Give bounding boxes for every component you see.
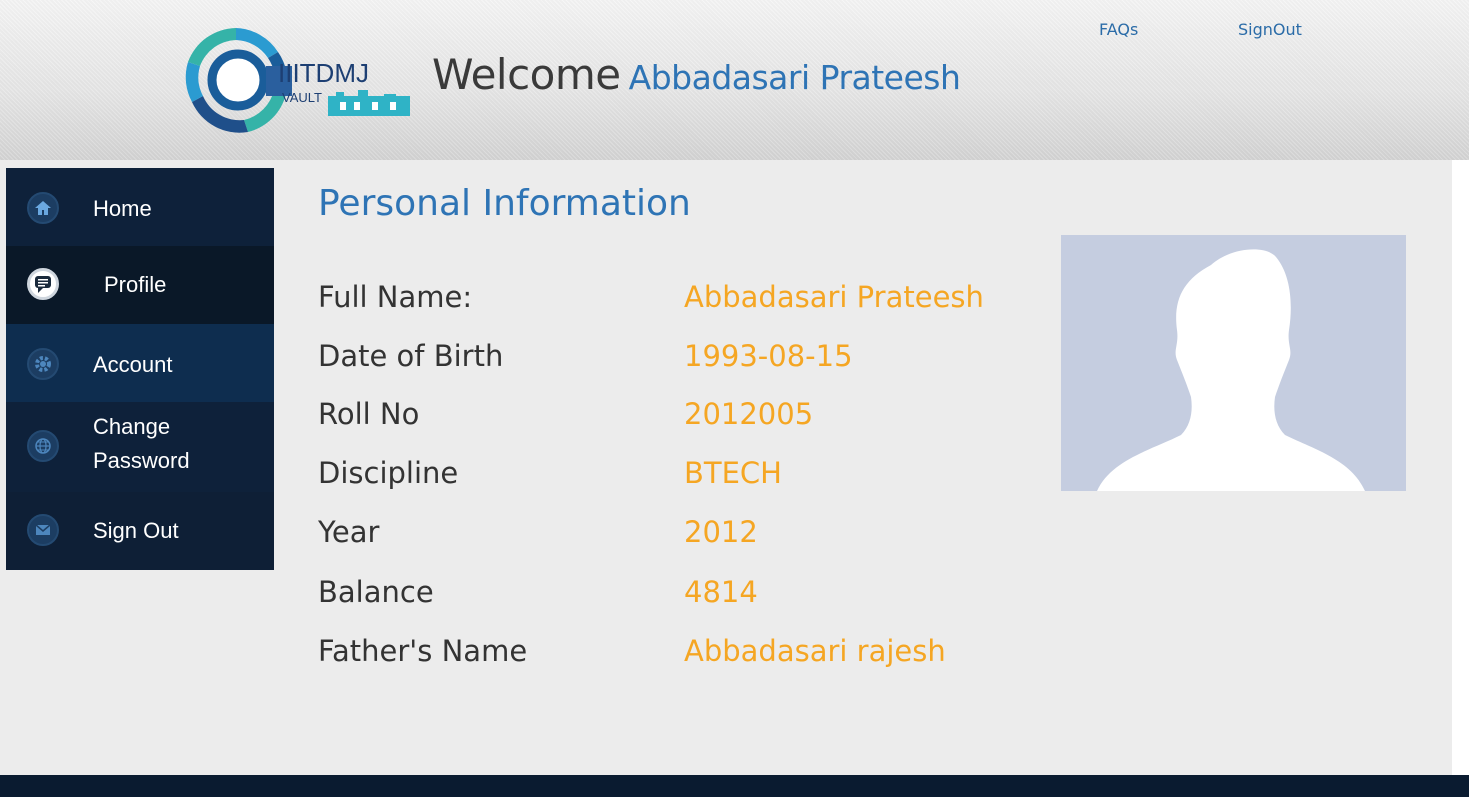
page-title: Personal Information bbox=[318, 183, 691, 224]
info-label: Roll No bbox=[318, 397, 420, 431]
faqs-link[interactable]: FAQs bbox=[1099, 20, 1138, 39]
welcome-user-name: Abbadasari Prateesh bbox=[628, 58, 961, 97]
info-row-fathers-name: Father's Name Abbadasari rajesh bbox=[318, 634, 1018, 674]
info-value: 1993-08-15 bbox=[684, 339, 853, 373]
info-label: Full Name: bbox=[318, 280, 473, 314]
globe-icon bbox=[27, 430, 59, 462]
info-label: Father's Name bbox=[318, 634, 528, 668]
welcome-heading: Welcome Abbadasari Prateesh bbox=[432, 50, 961, 99]
sidebar-item-account[interactable]: Account bbox=[6, 324, 274, 402]
sidebar-item-label: Profile bbox=[104, 272, 167, 297]
chat-icon bbox=[27, 268, 59, 300]
sidebar-item-label: Account bbox=[93, 352, 173, 377]
footer-bar bbox=[0, 775, 1469, 797]
info-row-date-of-birth: Date of Birth 1993-08-15 bbox=[318, 339, 1018, 379]
info-row-roll-no: Roll No 2012005 bbox=[318, 397, 1018, 437]
info-row-full-name: Full Name: Abbadasari Prateesh bbox=[318, 280, 1018, 320]
info-value: Abbadasari Prateesh bbox=[684, 280, 984, 314]
info-row-balance: Balance 4814 bbox=[318, 575, 1018, 615]
info-value: 4814 bbox=[684, 575, 758, 609]
right-margin bbox=[1452, 160, 1469, 775]
info-row-discipline: Discipline BTECH bbox=[318, 456, 1018, 496]
info-label: Balance bbox=[318, 575, 434, 609]
iiitdmj-vault-logo: IIITDMJ VAULT bbox=[185, 28, 410, 133]
info-value: BTECH bbox=[684, 456, 782, 490]
sidebar-item-change-password[interactable]: Change Password bbox=[6, 402, 274, 492]
home-icon bbox=[27, 192, 59, 224]
sidebar-item-label: Home bbox=[93, 196, 152, 221]
info-row-year: Year 2012 bbox=[318, 515, 1018, 555]
info-value: Abbadasari rajesh bbox=[684, 634, 946, 668]
sidebar-item-sign-out[interactable]: Sign Out bbox=[6, 492, 274, 570]
sidebar-item-label: Sign Out bbox=[93, 518, 179, 543]
info-label: Date of Birth bbox=[318, 339, 504, 373]
info-value: 2012 bbox=[684, 515, 758, 549]
svg-text:VAULT: VAULT bbox=[282, 90, 322, 105]
sidebar-item-home[interactable]: Home bbox=[6, 168, 274, 246]
user-silhouette-icon bbox=[1097, 249, 1365, 491]
info-value: 2012005 bbox=[684, 397, 814, 431]
top-signout-link[interactable]: SignOut bbox=[1238, 20, 1302, 39]
sidebar-item-label-line2: Password bbox=[93, 448, 190, 473]
sidebar-nav: Home Profile Account Change Password Sig… bbox=[6, 168, 274, 570]
gear-icon bbox=[27, 348, 59, 380]
welcome-label: Welcome bbox=[432, 50, 621, 99]
sidebar-item-label: Change bbox=[93, 414, 171, 439]
envelope-icon bbox=[27, 514, 59, 546]
sidebar-item-profile[interactable]: Profile bbox=[6, 246, 274, 324]
info-label: Year bbox=[318, 515, 380, 549]
header: IIITDMJ VAULT Welcome Abbadasari Prateesh… bbox=[0, 0, 1469, 160]
profile-photo-placeholder bbox=[1061, 235, 1406, 491]
info-label: Discipline bbox=[318, 456, 459, 490]
svg-text:IIITDMJ: IIITDMJ bbox=[278, 58, 369, 88]
